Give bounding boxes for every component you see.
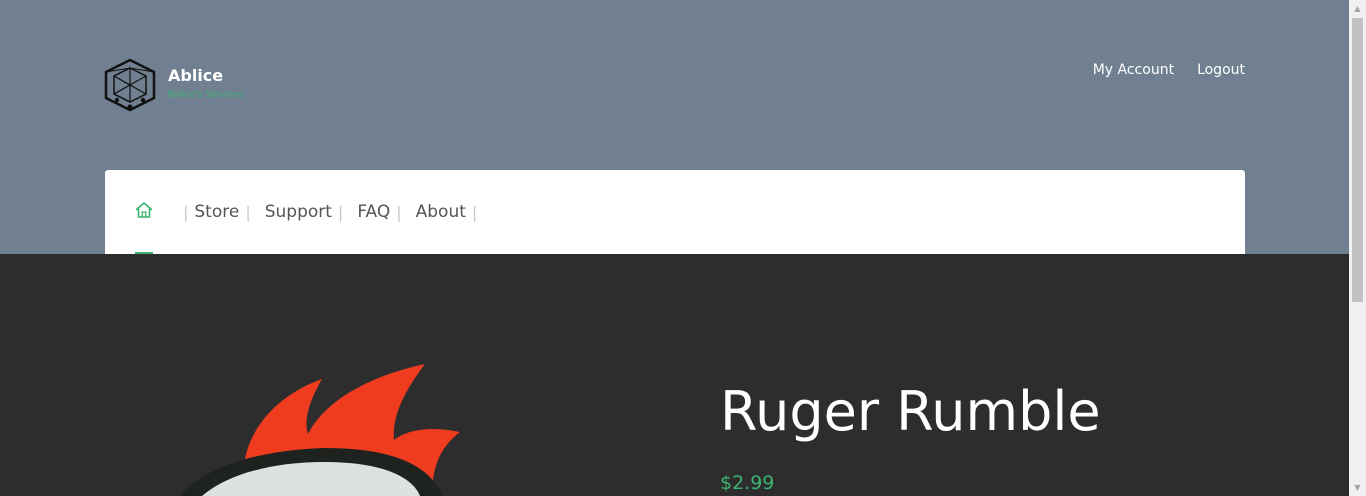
nav-separator: | (183, 202, 189, 222)
nav-item-support[interactable]: Support (265, 202, 332, 222)
nav-separator: | (471, 202, 478, 222)
nav-item-faq[interactable]: FAQ (357, 202, 390, 222)
my-account-link[interactable]: My Account (1093, 61, 1174, 79)
home-icon (135, 202, 153, 218)
main-nav: | Store | Support | FAQ | About | (105, 170, 1245, 254)
account-links: My Account Logout (1093, 61, 1245, 79)
nav-separator: | (396, 202, 402, 222)
product-title: Ruger Rumble (720, 380, 1101, 443)
nav-separator: | (245, 202, 251, 222)
product-price: $2.99 (720, 472, 775, 494)
logout-link[interactable]: Logout (1197, 61, 1245, 79)
page-scrollbar[interactable]: ▲ ▼ (1349, 0, 1366, 496)
brand-name: Ablice (168, 66, 224, 85)
brand-tagline: Balice's Services (168, 90, 244, 100)
nav-item-store[interactable]: Store (194, 202, 239, 222)
brand-hexagon-icon (104, 58, 156, 112)
nav-home[interactable] (105, 170, 177, 254)
product-image (180, 364, 460, 496)
scroll-thumb[interactable] (1352, 18, 1363, 302)
nav-separator: | (337, 202, 344, 222)
brand-logo[interactable]: Ablice Balice's Services (104, 58, 243, 112)
scroll-down-icon[interactable]: ▼ (1349, 479, 1366, 496)
scroll-up-icon[interactable]: ▲ (1349, 0, 1366, 17)
nav-item-about[interactable]: About (416, 202, 466, 222)
